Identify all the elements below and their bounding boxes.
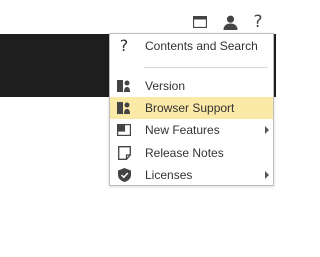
header-toolbar: ? <box>186 11 276 33</box>
menu-item-release-notes[interactable]: Release Notes <box>110 142 273 164</box>
new-features-icon <box>116 122 132 138</box>
help-menu: ? Contents and Search Version Browser Su… <box>109 33 274 186</box>
menu-item-version[interactable]: Version <box>110 75 273 97</box>
menu-item-label: Licenses <box>145 168 193 182</box>
user-icon[interactable] <box>219 11 241 33</box>
version-icon <box>116 78 132 94</box>
help-glyph: ? <box>253 11 263 32</box>
window-icon[interactable] <box>189 11 211 33</box>
shield-check-icon <box>116 167 132 183</box>
help-icon[interactable]: ? <box>247 11 269 33</box>
page: ? ? Contents and Search Version Browser … <box>0 0 276 257</box>
menu-item-browser-support[interactable]: Browser Support <box>110 97 273 119</box>
menu-item-licenses[interactable]: Licenses <box>110 164 273 186</box>
menu-item-contents-and-search[interactable]: ? Contents and Search <box>110 35 273 57</box>
submenu-arrow-icon <box>265 171 269 179</box>
browser-support-icon <box>116 100 132 116</box>
menu-item-label: Contents and Search <box>145 39 258 53</box>
release-notes-icon <box>116 145 132 161</box>
menu-item-label: Release Notes <box>145 146 224 160</box>
menu-item-label: Browser Support <box>145 101 235 115</box>
menu-separator <box>144 67 268 68</box>
menu-item-label: New Features <box>145 123 220 137</box>
submenu-arrow-icon <box>265 126 269 134</box>
menu-item-label: Version <box>145 79 186 93</box>
menu-item-new-features[interactable]: New Features <box>110 119 273 141</box>
help-icon: ? <box>119 36 129 55</box>
